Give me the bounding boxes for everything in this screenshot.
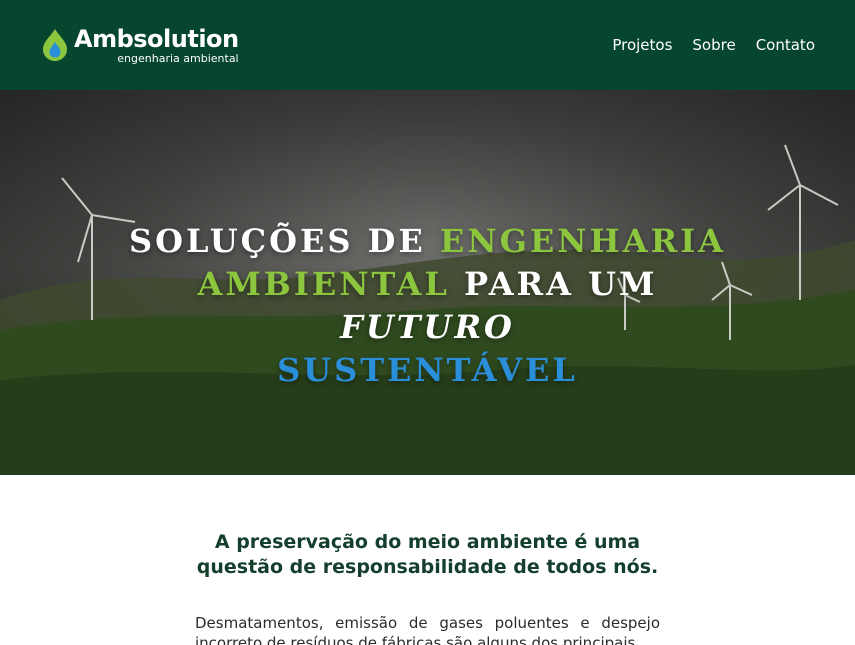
hero-title-part2: PARA UM (449, 265, 658, 303)
about-heading: A preservação do meio ambiente é uma que… (196, 531, 659, 578)
logo[interactable]: Ambsolution engenharia ambiental (40, 23, 239, 67)
nav-link-sobre[interactable]: Sobre (692, 36, 735, 54)
logo-tagline: engenharia ambiental (117, 51, 239, 65)
hero-title-part1: SOLUÇÕES DE (129, 222, 440, 260)
nav-link-projetos[interactable]: Projetos (612, 36, 672, 54)
hero-title-blue: SUSTENTÁVEL (277, 351, 578, 389)
hero-title-italic: FUTURO (340, 308, 515, 346)
about-section: A preservação do meio ambiente é uma que… (0, 475, 855, 645)
top-navbar: Ambsolution engenharia ambiental Projeto… (0, 0, 855, 90)
nav-link-contato[interactable]: Contato (756, 36, 815, 54)
about-paragraph: Desmatamentos, emissão de gases poluente… (195, 614, 660, 645)
water-drop-logo-icon (43, 29, 67, 61)
main-nav: Projetos Sobre Contato (612, 36, 815, 54)
hero-title: SOLUÇÕES DE ENGENHARIA AMBIENTAL PARA UM… (120, 220, 735, 392)
logo-name: Ambsolution (74, 24, 239, 53)
hero-banner: SOLUÇÕES DE ENGENHARIA AMBIENTAL PARA UM… (0, 90, 855, 475)
